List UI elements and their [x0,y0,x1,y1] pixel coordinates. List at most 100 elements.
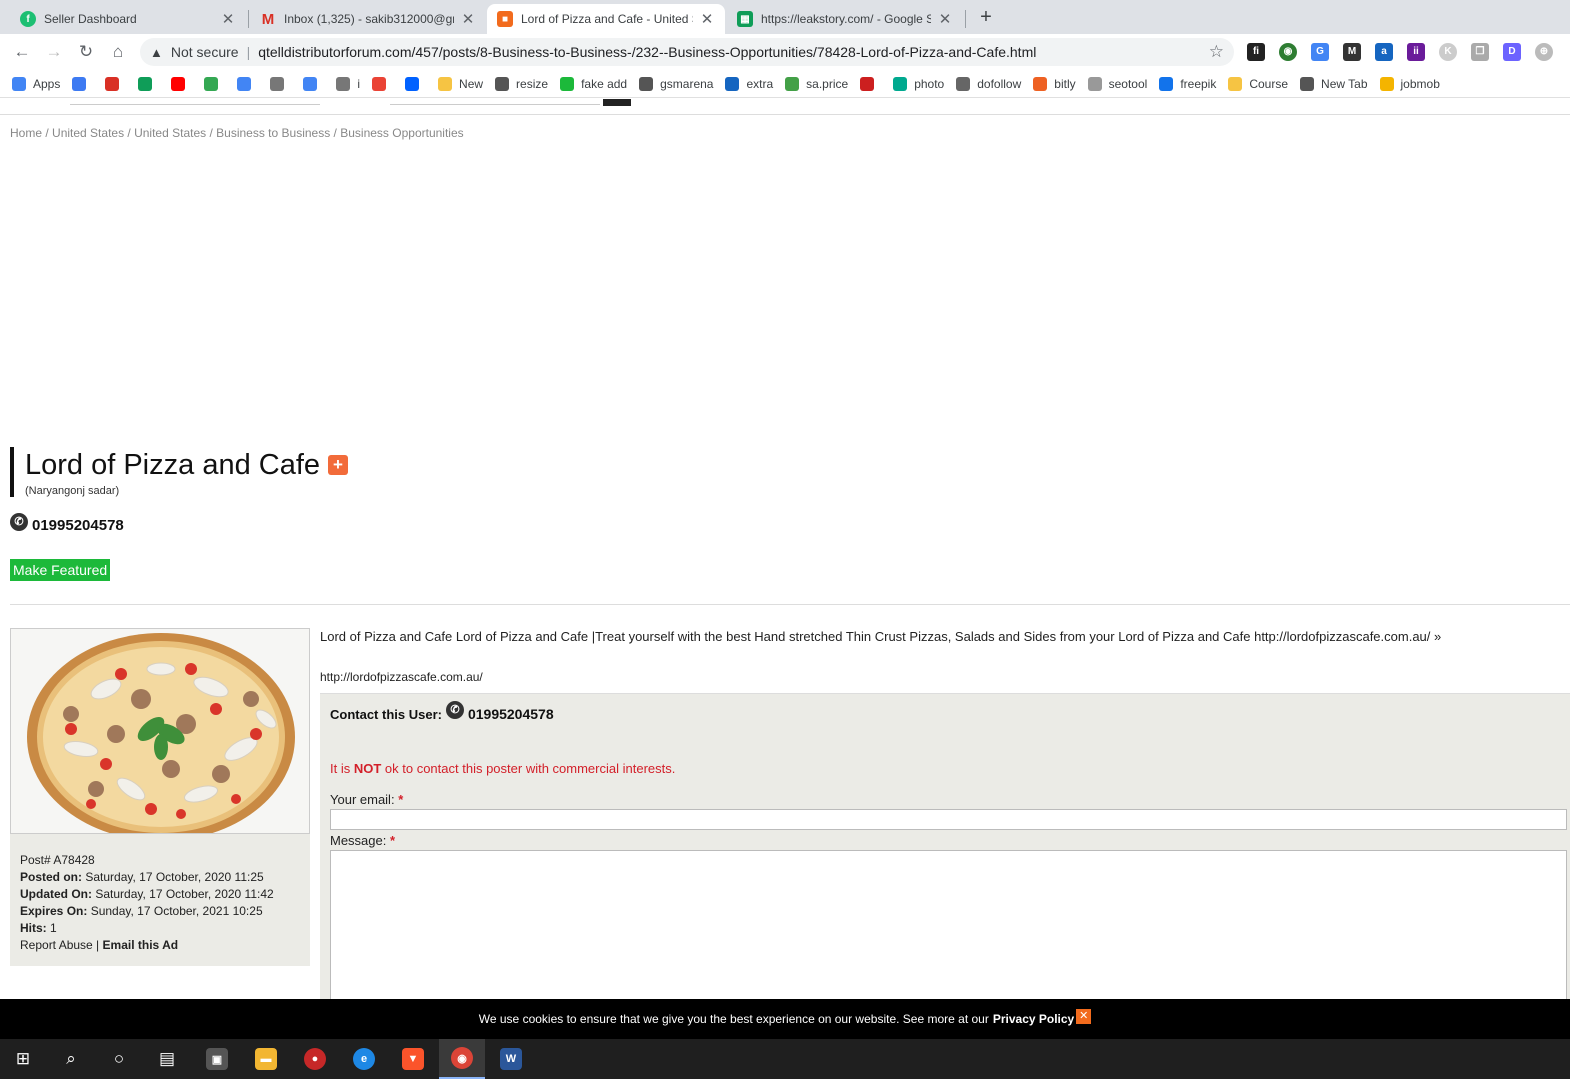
extension-m-icon[interactable]: M [1343,43,1361,61]
extension-a-icon[interactable]: a [1375,43,1393,61]
extension-globe-icon[interactable]: ◉ [1279,43,1297,61]
tab-gmail[interactable]: M Inbox (1,325) - sakib312000@gm ✕ [250,4,486,34]
close-icon[interactable]: ✕ [1076,1008,1092,1024]
extension-world-icon[interactable]: ⊕ [1535,43,1553,61]
bookmark-item[interactable] [204,76,225,91]
pizza-image [11,629,309,833]
tab-google-sheets[interactable]: ▦ https://leakstory.com/ - Google S ✕ [727,4,963,34]
post-number-row: Post# A78428 [20,853,95,867]
task-view-icon[interactable]: ▤ [144,1039,190,1079]
breadcrumb-home[interactable]: Home [10,126,42,140]
edge-icon[interactable]: e [341,1039,387,1079]
game-icon[interactable]: ● [292,1039,338,1079]
bookmark-item[interactable]: Course [1228,76,1288,91]
bookmark-item[interactable] [405,76,426,91]
email-this-ad-link[interactable]: Email this Ad [103,938,179,952]
bookmark-item[interactable]: i [336,76,360,91]
bookmark-item[interactable]: jobmob [1379,76,1440,91]
bookmark-item[interactable]: bitly [1033,76,1076,91]
extension-copy-icon[interactable]: ❐ [1471,43,1489,61]
header-field[interactable] [390,103,600,105]
word-icon[interactable]: W [488,1039,534,1079]
bookmark-label: jobmob [1400,76,1440,91]
bookmark-item[interactable]: sa.price [785,76,848,91]
gsmarena-icon [639,76,654,91]
chrome-icon[interactable]: ◉ [439,1039,485,1079]
message-field[interactable] [330,850,1567,999]
bookmark-item[interactable] [303,76,324,91]
email-field[interactable] [330,809,1567,830]
brave-icon[interactable]: ▼ [390,1039,436,1079]
store-icon[interactable]: ▣ [194,1039,240,1079]
bookmark-item[interactable] [237,76,258,91]
start-icon[interactable]: ⊞ [0,1039,46,1079]
bookmark-item[interactable] [860,76,881,91]
page-title: Lord of Pizza and Cafe + [25,447,349,483]
bookmark-item[interactable] [171,76,192,91]
bookmark-item[interactable]: freepik [1159,76,1216,91]
search-icon[interactable]: ⌕ [48,1039,94,1079]
extension-ii-icon[interactable]: ii [1407,43,1425,61]
extension-translate-icon[interactable]: G [1311,43,1329,61]
reload-button[interactable]: ↻ [75,41,97,63]
close-icon[interactable]: ✕ [460,10,476,28]
globe-icon [495,76,510,91]
address-bar[interactable]: ▲ Not secure | qtelldistributorforum.com… [140,38,1234,66]
close-icon[interactable]: ✕ [937,10,953,28]
file-explorer-icon[interactable]: ▬ [243,1039,289,1079]
bookmark-item[interactable]: Apps [12,76,60,91]
bookmark-item[interactable] [270,76,291,91]
header-field[interactable] [70,103,320,105]
privacy-policy-link[interactable]: Privacy Policy [993,1012,1074,1026]
breadcrumb-united-states[interactable]: United States [52,126,124,140]
close-icon[interactable]: ✕ [699,10,715,28]
header-button[interactable] [603,99,631,106]
breadcrumb-business-opportunities[interactable]: Business Opportunities [340,126,463,140]
drive-icon [138,76,153,91]
close-icon[interactable]: ✕ [220,10,236,28]
bookmark-item[interactable] [372,76,393,91]
bookmark-item[interactable]: New [438,76,483,91]
bookmark-item[interactable]: resize [495,76,548,91]
back-button[interactable]: ← [11,41,33,63]
new-tab-button[interactable]: + [975,6,997,29]
cortana-icon[interactable]: ○ [96,1039,142,1079]
sst-icon [1087,76,1102,91]
tab-seller-dashboard[interactable]: f Seller Dashboard ✕ [10,4,246,34]
bookmark-item[interactable] [72,76,93,91]
tab-strip: f Seller Dashboard ✕ M Inbox (1,325) - s… [0,0,1570,34]
bookmark-item[interactable] [105,76,126,91]
tab-separator [965,10,966,28]
website-link[interactable]: http://lordofpizzascafe.com.au/ [320,670,483,684]
report-abuse-link[interactable]: Report Abuse [20,938,93,952]
extension-d-icon[interactable]: D [1503,43,1521,61]
bookmark-label: fake add [581,76,628,91]
breadcrumb-business-to-business[interactable]: Business to Business [216,126,330,140]
bookmark-item[interactable]: seotool [1087,76,1147,91]
warning-icon[interactable]: ▲ [150,45,163,60]
bookmark-item[interactable] [138,76,159,91]
bookmark-item[interactable]: photo [893,76,945,91]
home-button[interactable]: ⌂ [107,41,129,63]
extension-k-icon[interactable]: K [1439,43,1457,61]
bookmark-star-icon[interactable]: ☆ [1209,42,1224,62]
forward-button[interactable]: → [43,41,65,63]
security-label[interactable]: Not secure [171,44,239,60]
bookmark-item[interactable]: extra [725,76,773,91]
bookmark-item[interactable]: dofollow [956,76,1022,91]
add-plus-icon[interactable]: + [328,455,349,475]
bookmark-label: photo [914,76,945,91]
bookmark-label: dofollow [977,76,1022,91]
bookmark-item[interactable]: gsmarena [639,76,713,91]
make-featured-button[interactable]: Make Featured [10,559,111,581]
bookmark-item[interactable]: New Tab [1300,76,1368,91]
extension-fi-icon[interactable]: fi [1247,43,1265,61]
tab-lord-of-pizza[interactable]: ■ Lord of Pizza and Cafe - United S ✕ [487,4,725,34]
breadcrumb-united-states-2[interactable]: United States [134,126,206,140]
post-sidebar: Post# A78428 Posted on: Saturday, 17 Oct… [10,628,310,966]
bookmark-item[interactable]: fake add [560,76,628,91]
url-text[interactable]: qtelldistributorforum.com/457/posts/8-Bu… [258,44,1036,60]
windows-taskbar: ⊞ ⌕ ○ ▤ ▣ ▬ ● e ▼ ◉ W [0,1039,1570,1079]
translate-icon [303,76,318,91]
tab-title: https://leakstory.com/ - Google S [761,12,931,26]
